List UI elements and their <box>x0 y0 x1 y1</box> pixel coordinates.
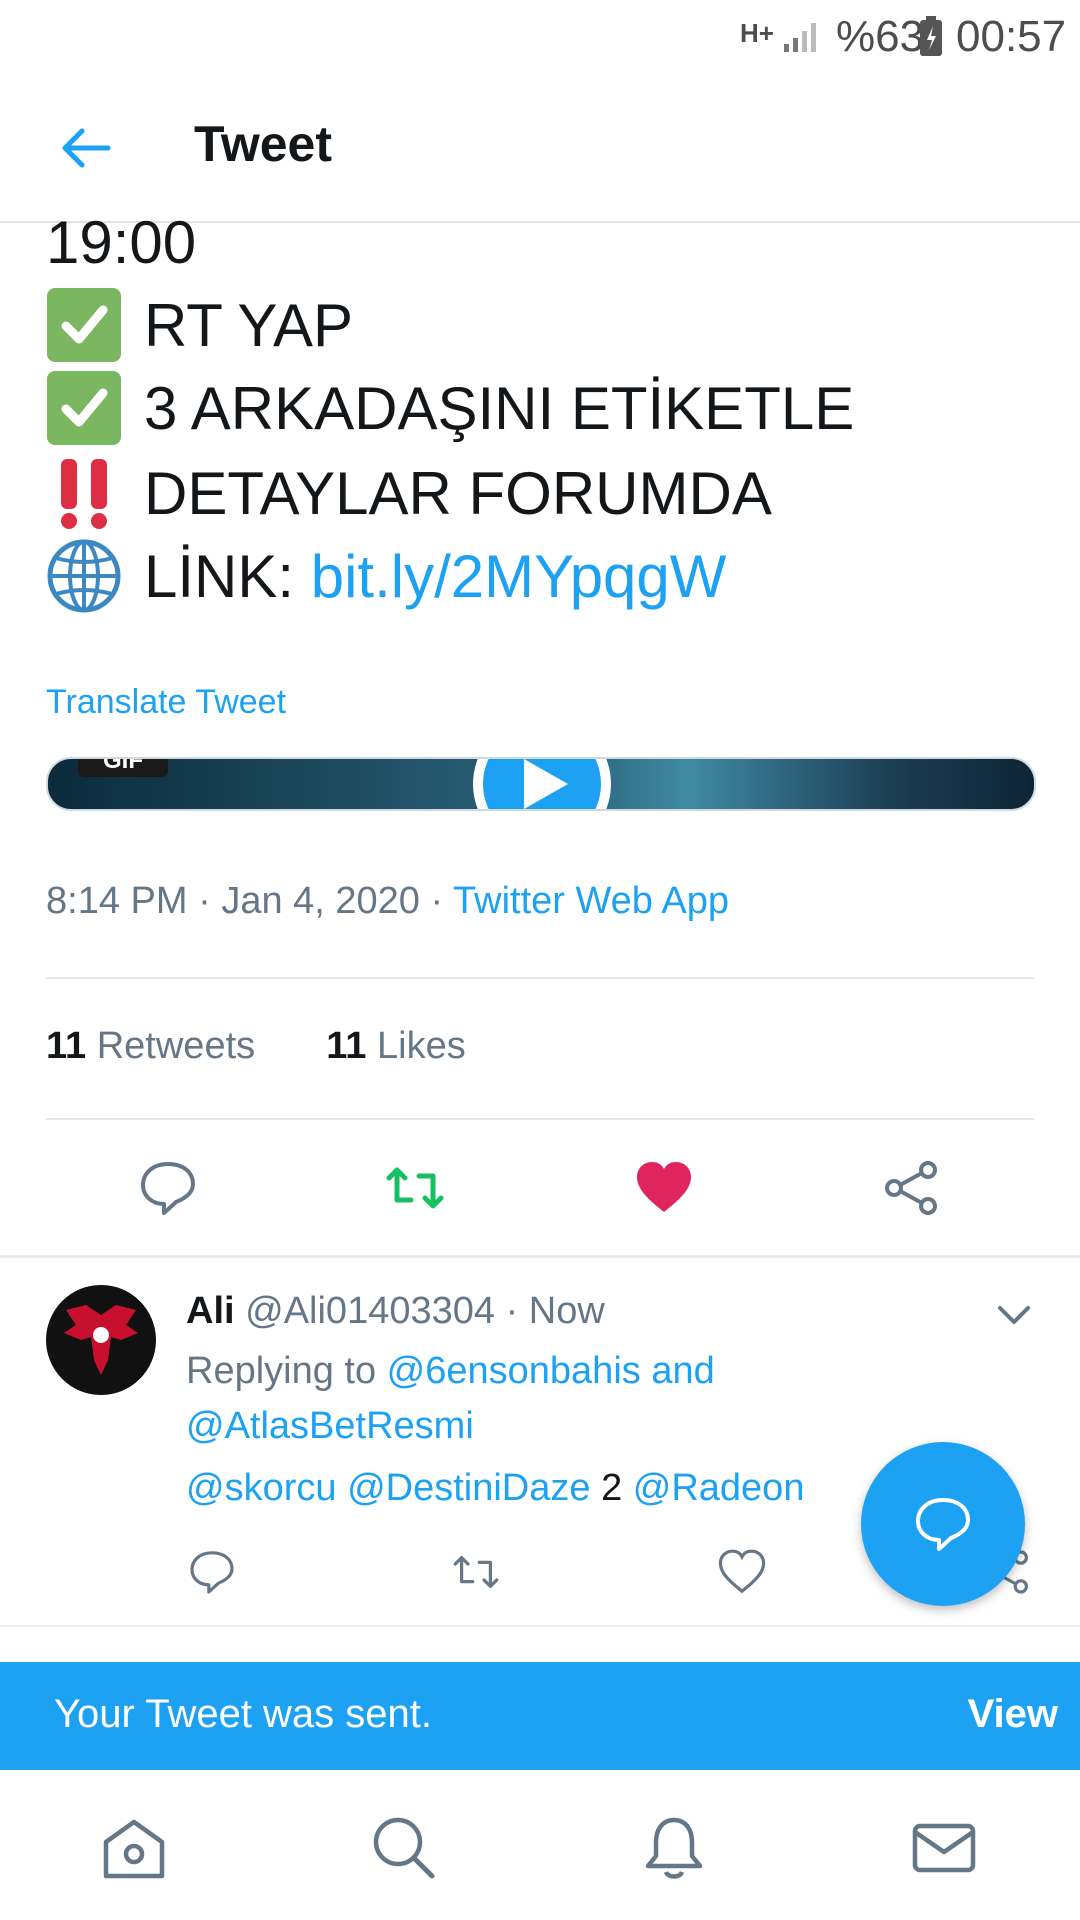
share-icon[interactable] <box>882 1158 942 1218</box>
mention-link[interactable]: @Radeon <box>633 1467 805 1509</box>
tweet-line-link: LİNK: bit.ly/2MYpqgW <box>46 538 726 614</box>
tweet-line-rt: RT YAP <box>46 287 353 363</box>
play-icon[interactable] <box>452 757 632 811</box>
gif-badge: GIF <box>78 759 168 777</box>
likes-label: Likes <box>377 1025 466 1067</box>
reply-author-handle[interactable]: @Ali01403304 <box>245 1290 495 1332</box>
tweet-link[interactable]: bit.ly/2MYpqgW <box>311 542 727 611</box>
separator-dot: · <box>430 880 454 922</box>
reply-body: @skorcu @DestiniDaze 2 @Radeon <box>186 1467 804 1510</box>
page-title: Tweet <box>194 116 332 172</box>
tweet-line-tag: 3 ARKADAŞINI ETİKETLE <box>46 370 854 446</box>
tweet-stats: 11 Retweets 11 Likes <box>46 1025 466 1068</box>
toast-view-button[interactable]: View <box>968 1692 1058 1737</box>
replying-to-mention[interactable]: @6ensonbahis and <box>387 1350 715 1392</box>
retweets-label: Retweets <box>96 1025 256 1067</box>
mention-link[interactable]: @skorcu <box>186 1467 337 1509</box>
tweet-text: RT YAP <box>144 291 354 359</box>
replying-to: @AtlasBetResmi <box>186 1405 474 1448</box>
status-bar: H+ %63 00:57 <box>0 0 1080 75</box>
notifications-bell-icon[interactable] <box>640 1814 708 1882</box>
battery-percent: %63 <box>836 12 925 61</box>
tweet-text: DETAYLAR FORUMDA <box>144 459 772 527</box>
tweet-line-details: DETAYLAR FORUMDA <box>46 455 772 531</box>
replying-prefix: Replying to <box>186 1350 387 1392</box>
translate-tweet-link[interactable]: Translate Tweet <box>46 683 286 722</box>
signal-icon <box>784 23 816 52</box>
tweet-text: 3 ARKADAŞINI ETİKETLE <box>144 374 855 442</box>
tweet-text: LİNK: <box>144 542 311 610</box>
mention-link[interactable]: @DestiniDaze <box>347 1467 590 1509</box>
check-mark-button-icon <box>46 287 122 363</box>
bottom-nav <box>0 1770 1080 1920</box>
search-icon[interactable] <box>370 1814 438 1882</box>
divider <box>0 1255 1080 1258</box>
clock: 00:57 <box>956 12 1067 61</box>
separator-dot: · <box>198 880 222 922</box>
tweet-time: 8:14 PM <box>46 880 188 922</box>
replying-to: Replying to @6ensonbahis and <box>186 1350 715 1393</box>
home-icon[interactable] <box>100 1814 168 1882</box>
avatar[interactable] <box>46 1285 156 1395</box>
chevron-down-icon[interactable] <box>996 1300 1032 1328</box>
likes-stat[interactable]: 11 Likes <box>326 1025 465 1067</box>
like-icon[interactable] <box>718 1548 766 1596</box>
reply-icon[interactable] <box>138 1158 198 1218</box>
network-type: H+ <box>740 18 774 48</box>
reply-icon <box>916 1498 970 1551</box>
back-arrow-icon[interactable] <box>58 120 114 176</box>
retweets-count: 11 <box>46 1025 87 1067</box>
tweet-meta: 8:14 PM · Jan 4, 2020 · Twitter Web App <box>46 880 729 923</box>
check-mark-button-icon <box>46 370 122 446</box>
toast: Your Tweet was sent. View <box>0 1662 1080 1770</box>
header: Tweet <box>0 75 1080 223</box>
tweet-source[interactable]: Twitter Web App <box>453 880 729 922</box>
divider <box>46 1118 1034 1120</box>
reply-time: Now <box>528 1290 605 1332</box>
reply-author-name[interactable]: Ali <box>186 1290 235 1332</box>
media-player[interactable]: GIF <box>46 757 1036 811</box>
replying-to-mention[interactable]: @AtlasBetResmi <box>186 1405 474 1447</box>
retweet-icon[interactable] <box>385 1158 445 1218</box>
retweets-stat[interactable]: 11 Retweets <box>46 1025 255 1067</box>
toast-message: Your Tweet was sent. <box>54 1692 433 1736</box>
messages-mail-icon[interactable] <box>910 1814 978 1882</box>
reply-header: Ali @Ali01403304 · Now <box>186 1290 605 1333</box>
likes-count: 11 <box>326 1025 367 1067</box>
reply-icon[interactable] <box>188 1548 236 1596</box>
tweet-date: Jan 4, 2020 <box>221 880 420 922</box>
like-heart-filled-icon[interactable] <box>634 1158 694 1218</box>
retweet-icon[interactable] <box>452 1548 500 1596</box>
separator-dot: · <box>505 1290 529 1332</box>
divider <box>46 977 1034 979</box>
double-exclamation-icon <box>46 455 122 531</box>
tweet-line-time: 19:00 <box>46 208 196 277</box>
compose-reply-button[interactable] <box>861 1442 1025 1606</box>
battery-icon <box>920 16 942 56</box>
tweet-text: 19:00 <box>46 209 197 276</box>
divider <box>0 1625 1080 1627</box>
globe-icon <box>46 538 122 614</box>
reply-text: 2 <box>601 1467 623 1509</box>
